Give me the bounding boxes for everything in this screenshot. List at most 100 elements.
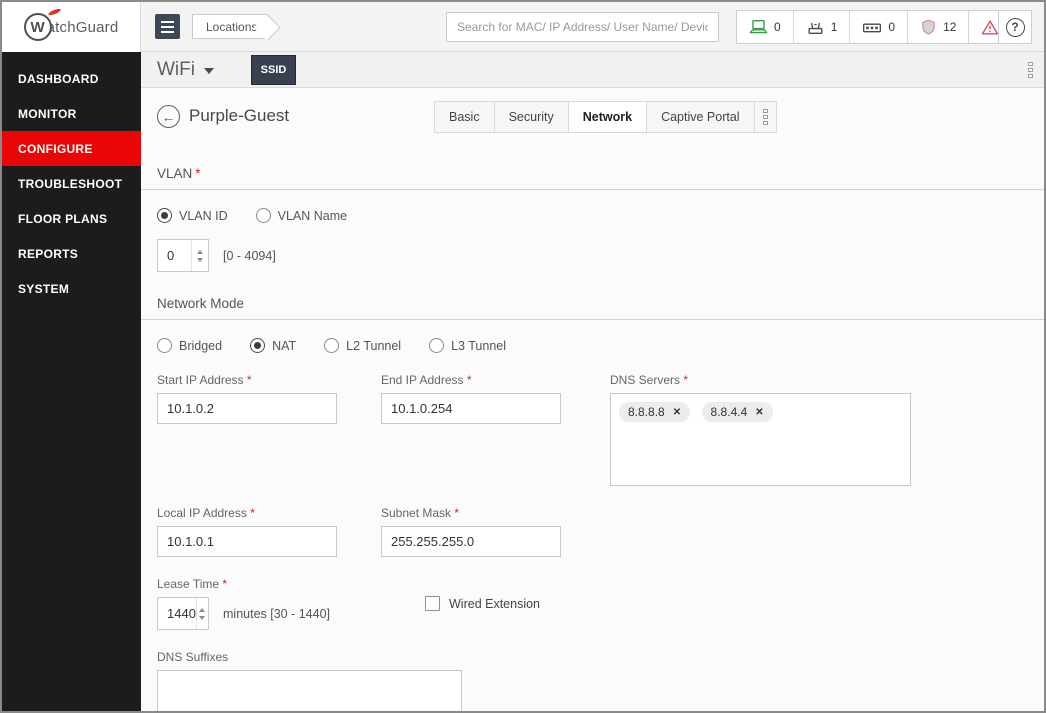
subnet-mask-input[interactable]	[381, 526, 561, 557]
stepper-arrows-icon[interactable]	[191, 240, 208, 271]
start-ip-field-group: Start IP Address *	[157, 373, 337, 424]
subnet-mask-label: Subnet Mask *	[381, 506, 561, 520]
nav-sidebar: DASHBOARD MONITOR CONFIGURE TROUBLESHOOT…	[2, 52, 141, 711]
radio-nat[interactable]: NAT	[250, 338, 296, 353]
radio-unselected-icon	[324, 338, 340, 353]
sidebar-item-reports[interactable]: REPORTS	[2, 236, 141, 271]
radio-bridged[interactable]: Bridged	[157, 338, 222, 353]
sidebar-item-configure[interactable]: CONFIGURE	[2, 131, 141, 166]
sidebar-item-troubleshoot[interactable]: TROUBLESHOOT	[2, 166, 141, 201]
search-input[interactable]	[446, 12, 719, 42]
status-security[interactable]: 12	[907, 11, 968, 43]
radio-unselected-icon	[157, 338, 172, 353]
locations-breadcrumb[interactable]: Locations	[192, 14, 268, 39]
vlan-radio-group: VLAN ID VLAN Name	[157, 208, 1044, 223]
radio-selected-icon	[157, 208, 172, 223]
help-question-icon: ?	[1005, 17, 1025, 37]
lease-time-label: Lease Time *	[157, 577, 381, 591]
dns-suffixes-field-group: DNS Suffixes	[157, 650, 462, 711]
end-ip-field-group: End IP Address *	[381, 373, 561, 424]
sidebar-item-floor-plans[interactable]: FLOOR PLANS	[2, 201, 141, 236]
radio-l2-tunnel-label: L2 Tunnel	[346, 338, 402, 353]
wired-extension-label: Wired Extension	[449, 596, 541, 611]
tab-network[interactable]: Network	[567, 101, 648, 133]
wired-extension-checkbox[interactable]: Wired Extension	[425, 596, 540, 611]
network-mode-section-header: Network Mode	[141, 296, 1044, 311]
page-title: Purple-Guest	[189, 106, 290, 125]
lease-time-stepper[interactable]: 1440	[157, 597, 209, 630]
radio-nat-label: NAT	[272, 338, 297, 353]
end-ip-label-text: End IP Address	[381, 373, 464, 387]
client-devices-count: 0	[774, 20, 781, 34]
lease-time-hint: minutes [30 - 1440]	[223, 606, 331, 621]
main-panel: WiFi SSID ← Purple-Guest Basic Security …	[141, 52, 1044, 711]
tab-security[interactable]: Security	[493, 101, 569, 133]
sidebar-item-monitor[interactable]: MONITOR	[2, 96, 141, 131]
vlan-section-header: VLAN *	[141, 166, 1044, 181]
lease-time-label-text: Lease Time	[157, 577, 220, 591]
radio-l3-tunnel[interactable]: L3 Tunnel	[429, 338, 506, 353]
locations-label: Locations	[206, 19, 258, 34]
radio-bridged-label: Bridged	[179, 338, 223, 353]
back-arrow-icon: ←	[161, 108, 176, 125]
radio-l2-tunnel[interactable]: L2 Tunnel	[324, 338, 401, 353]
section-divider	[141, 189, 1044, 190]
subnet-mask-field-group: Subnet Mask *	[381, 506, 561, 557]
alerts-triangle-icon	[982, 19, 999, 35]
client-devices-icon	[749, 19, 768, 34]
vlan-id-value: 0	[167, 248, 175, 263]
vlan-id-stepper[interactable]: 0	[157, 239, 209, 272]
chip-close-icon[interactable]: ✕	[755, 407, 763, 418]
status-access-points[interactable]: 1	[792, 11, 850, 43]
dns-suffixes-textarea[interactable]	[157, 670, 462, 711]
status-switches[interactable]: 0	[849, 11, 907, 43]
required-marker: *	[222, 577, 228, 591]
kebab-dots-icon	[762, 109, 768, 125]
radio-unselected-icon	[255, 208, 271, 223]
start-ip-input[interactable]	[157, 393, 337, 424]
end-ip-input[interactable]	[381, 393, 561, 424]
switches-icon	[863, 23, 882, 32]
brand-logo: W atchGuard	[2, 2, 141, 52]
chip-close-icon[interactable]: ✕	[673, 407, 681, 418]
toolbar-kebab-menu-icon[interactable]	[1028, 62, 1033, 78]
module-toolbar: WiFi SSID	[141, 52, 1044, 88]
back-button[interactable]: ←	[157, 105, 180, 128]
security-shield-icon	[922, 19, 935, 35]
wifi-module-dropdown[interactable]: WiFi	[157, 59, 214, 81]
settings-tabs: Basic Security Network Captive Portal	[434, 101, 777, 133]
tabs-kebab-menu-icon[interactable]	[753, 101, 777, 133]
header-toolbar: Locations 0 1	[141, 2, 1044, 52]
radio-vlan-name-label: VLAN Name	[277, 208, 348, 223]
radio-vlan-name[interactable]: VLAN Name	[255, 208, 348, 223]
dns-servers-label-text: DNS Servers	[610, 373, 681, 387]
logo-text: atchGuard	[46, 18, 119, 36]
status-client-devices[interactable]: 0	[737, 11, 793, 43]
radio-vlan-id[interactable]: VLAN ID	[157, 208, 228, 223]
watchguard-logo: W atchGuard	[23, 7, 119, 41]
vlan-id-input-row: 0 [0 - 4094]	[157, 239, 1044, 272]
dns-chip: 8.8.4.4 ✕	[701, 402, 773, 422]
sidebar-item-dashboard[interactable]: DASHBOARD	[2, 61, 141, 96]
local-ip-input[interactable]	[157, 526, 337, 557]
section-divider	[141, 319, 1044, 320]
nat-settings-form: Start IP Address * End IP Address * DNS …	[141, 373, 1044, 711]
local-ip-field-group: Local IP Address *	[157, 506, 337, 557]
tab-basic[interactable]: Basic	[434, 101, 495, 133]
stepper-arrows-icon[interactable]	[195, 598, 208, 629]
top-header: W atchGuard Locations 0	[2, 2, 1044, 52]
ssid-tab[interactable]: SSID	[251, 55, 296, 85]
dns-servers-input[interactable]: 8.8.8.8 ✕ 8.8.4.4 ✕	[610, 393, 911, 486]
radio-selected-icon	[250, 338, 266, 353]
radio-l3-tunnel-label: L3 Tunnel	[451, 338, 507, 353]
sidebar-item-system[interactable]: SYSTEM	[2, 271, 141, 306]
help-button[interactable]: ?	[998, 10, 1032, 44]
required-marker: *	[246, 373, 252, 387]
app-frame: W atchGuard Locations 0	[0, 0, 1046, 713]
vlan-section-title: VLAN	[157, 166, 193, 181]
menu-hamburger-icon[interactable]	[155, 14, 180, 39]
checkbox-unchecked-icon	[425, 596, 440, 611]
chevron-down-icon	[203, 68, 214, 74]
tab-captive-portal[interactable]: Captive Portal	[646, 101, 755, 133]
dns-servers-label: DNS Servers *	[610, 373, 911, 387]
